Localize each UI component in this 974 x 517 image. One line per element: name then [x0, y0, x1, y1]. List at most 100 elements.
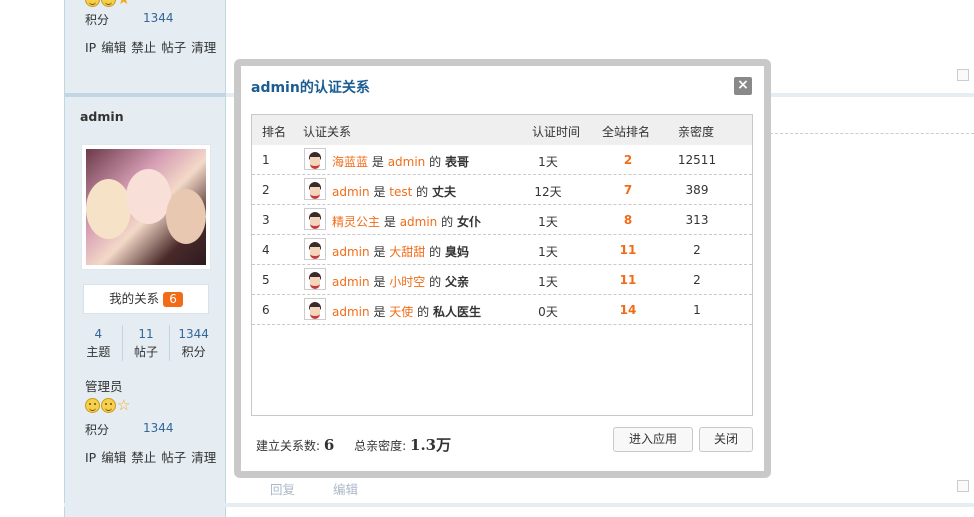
table-row: 3 精灵公主 是 admin 的 女仆 1天 8 313	[252, 205, 752, 235]
user-avatar-icon[interactable]	[304, 268, 326, 290]
posts-link[interactable]: 帖子	[161, 40, 186, 55]
credit-row: 积分 1344	[85, 421, 174, 438]
row-site-rank: 11	[619, 273, 637, 287]
edit-post-link[interactable]: 编辑	[333, 479, 358, 498]
row-rank: 3	[262, 213, 270, 227]
row-site-rank: 2	[623, 153, 633, 167]
object-link[interactable]: 大甜甜	[389, 245, 425, 259]
post-checkbox[interactable]	[957, 69, 969, 81]
edit-link[interactable]: 编辑	[101, 450, 126, 465]
smiley-icon	[85, 398, 100, 413]
username[interactable]: admin	[80, 109, 124, 124]
subject-link[interactable]: 海蓝蓝	[332, 155, 368, 169]
user-avatar-icon[interactable]	[304, 178, 326, 200]
avatar[interactable]	[81, 144, 211, 270]
intimacy-label: 总亲密度:	[354, 439, 407, 453]
header-relation: 认证关系	[303, 125, 352, 139]
object-link[interactable]: 小时空	[389, 275, 425, 289]
credit-value[interactable]: 1344	[143, 421, 174, 435]
top-admin-actions: IP 编辑 禁止 帖子 清理	[85, 37, 221, 56]
is-word: 是	[373, 185, 386, 199]
avatar-image	[86, 149, 206, 265]
of-word: 的	[429, 155, 442, 169]
ban-link[interactable]: 禁止	[131, 40, 156, 55]
user-stats: 4 主题 11 帖子 1344 积分	[75, 325, 217, 361]
user-avatar-icon[interactable]	[304, 238, 326, 260]
row-rank: 4	[262, 243, 270, 257]
stat-threads[interactable]: 4 主题	[75, 325, 122, 361]
subject-link[interactable]: 精灵公主	[332, 215, 380, 229]
level-icons: ☆	[85, 398, 132, 413]
table-row: 2 admin 是 test 的 丈夫 12天 7 389	[252, 175, 752, 205]
subject-link[interactable]: admin	[332, 245, 370, 259]
row-intimacy: 2	[693, 243, 701, 257]
object-link[interactable]: admin	[400, 215, 438, 229]
object-link[interactable]: test	[389, 185, 412, 199]
ban-link[interactable]: 禁止	[131, 450, 156, 465]
stat-posts[interactable]: 11 帖子	[121, 325, 170, 361]
row-time: 1天	[538, 245, 558, 259]
table-row: 4 admin 是 大甜甜 的 臭妈 1天 11 2	[252, 235, 752, 265]
relation-role: 私人医生	[432, 305, 481, 319]
enter-app-button[interactable]: 进入应用	[613, 427, 693, 452]
user-avatar-icon[interactable]	[304, 298, 326, 320]
subject-link[interactable]: admin	[332, 275, 370, 289]
row-intimacy: 12511	[677, 153, 717, 167]
table-row: 6 admin 是 天使 的 私人医生 0天 14 1	[252, 295, 752, 325]
relation-text: 海蓝蓝 是 admin 的 表哥	[332, 153, 469, 170]
of-word: 的	[429, 245, 442, 259]
reply-link[interactable]: 回复	[270, 479, 295, 498]
smiley-icon	[101, 0, 116, 7]
dashed-divider	[770, 133, 974, 134]
stat-credits[interactable]: 1344 积分	[169, 325, 217, 361]
close-button[interactable]: 关闭	[699, 427, 753, 452]
row-time: 1天	[538, 155, 558, 169]
header-time: 认证时间	[532, 125, 581, 139]
ip-link[interactable]: IP	[85, 40, 96, 55]
header-rank: 排名	[262, 125, 287, 139]
credit-value[interactable]: 1344	[143, 11, 174, 25]
row-time: 12天	[534, 185, 562, 199]
table-row: 1 海蓝蓝 是 admin 的 表哥 1天 2 12511	[252, 145, 752, 175]
relation-text: 精灵公主 是 admin 的 女仆	[332, 213, 481, 230]
clean-link[interactable]: 清理	[191, 40, 216, 55]
row-intimacy: 1	[693, 303, 701, 317]
post-checkbox[interactable]	[957, 480, 969, 492]
clean-link[interactable]: 清理	[191, 450, 216, 465]
relation-dialog: admin的认证关系 × 排名 认证关系 认证时间 全站排名 亲密度 1 海蓝蓝 …	[241, 66, 764, 471]
posts-link[interactable]: 帖子	[161, 450, 186, 465]
dialog-summary: 建立关系数: 6 总亲密度: 1.3万	[256, 434, 451, 455]
of-word: 的	[441, 215, 454, 229]
relation-table: 排名 认证关系 认证时间 全站排名 亲密度 1 海蓝蓝 是 admin 的 表哥 1…	[251, 114, 753, 416]
relation-text: admin 是 大甜甜 的 臭妈	[332, 243, 469, 260]
relation-role: 丈夫	[432, 185, 457, 199]
close-icon[interactable]: ×	[734, 77, 752, 95]
count-label: 建立关系数:	[256, 439, 321, 453]
of-word: 的	[416, 185, 429, 199]
row-intimacy: 389	[685, 183, 709, 197]
row-site-rank: 11	[619, 243, 637, 257]
table-row: 5 admin 是 小时空 的 父亲 1天 11 2	[252, 265, 752, 295]
dialog-title: admin的认证关系	[251, 80, 370, 96]
subject-link[interactable]: admin	[332, 185, 370, 199]
is-word: 是	[383, 215, 396, 229]
admin-actions: IP 编辑 禁止 帖子 清理	[85, 447, 221, 466]
edit-link[interactable]: 编辑	[101, 40, 126, 55]
row-rank: 1	[262, 153, 270, 167]
user-avatar-icon[interactable]	[304, 148, 326, 170]
my-relation-button[interactable]: 我的关系 6	[83, 284, 209, 314]
user-role[interactable]: 管理员	[85, 376, 123, 395]
row-rank: 6	[262, 303, 270, 317]
user-avatar-icon[interactable]	[304, 208, 326, 230]
relation-count-badge: 6	[163, 292, 183, 307]
ip-link[interactable]: IP	[85, 450, 96, 465]
relation-text: admin 是 test 的 丈夫	[332, 183, 456, 200]
object-link[interactable]: 天使	[389, 305, 413, 319]
relation-text: admin 是 天使 的 私人医生	[332, 303, 481, 320]
header-intimacy: 亲密度	[678, 125, 715, 139]
subject-link[interactable]: admin	[332, 305, 370, 319]
relation-role: 表哥	[444, 155, 469, 169]
object-link[interactable]: admin	[388, 155, 426, 169]
post-separator	[64, 503, 974, 507]
row-intimacy: 2	[693, 273, 701, 287]
